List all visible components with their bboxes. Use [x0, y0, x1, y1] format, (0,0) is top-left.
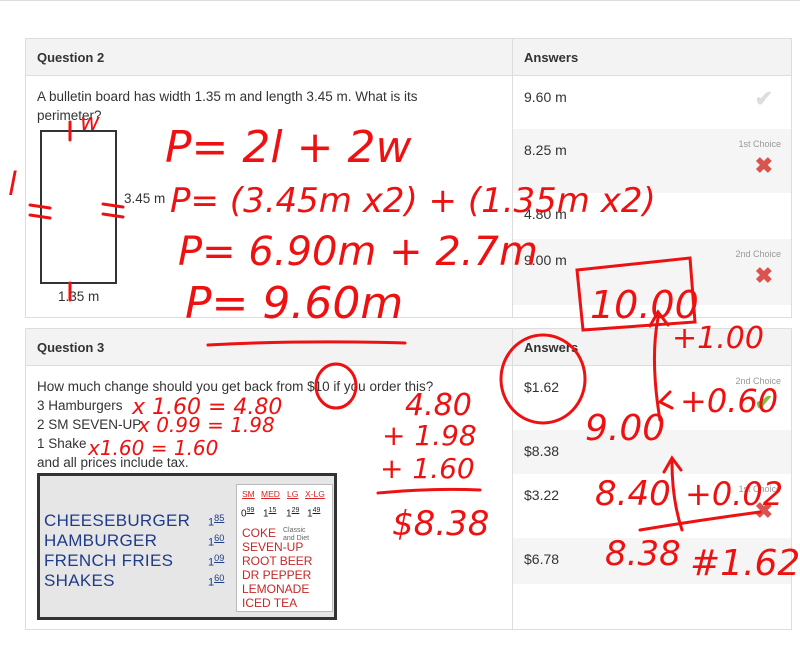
handwritten-line: +1.00 [672, 321, 764, 356]
handwritten-line: 4.80 [405, 388, 472, 423]
handwriting-overlay: P= 2l + 2w P= (3.45m x2) + (1.35m x2) P=… [8, 108, 800, 584]
answer-circle [499, 333, 587, 425]
handwritten-line: $8.38 [392, 504, 489, 544]
handwritten-line: 8.40 [595, 474, 671, 514]
handwritten-line: #1.62 [690, 543, 800, 584]
handwritten-line: + 1.98 [382, 419, 477, 452]
handwritten-line: P= 9.60m [185, 278, 403, 329]
answer-underline [206, 340, 407, 347]
subtraction-line [638, 510, 762, 532]
tick-mark [101, 202, 125, 219]
handwritten-line: 8.38 [605, 534, 681, 574]
tick-mark [28, 203, 52, 220]
handwritten-mark: l [8, 165, 17, 203]
handwritten-line: x1.60 = 1.60 [87, 436, 218, 460]
zero-circle [314, 362, 358, 410]
handwritten-line: P= (3.45m x2) + (1.35m x2) [170, 181, 656, 221]
handwritten-mark: w [80, 108, 100, 136]
handwritten-line: P= 2l + 2w [165, 122, 412, 173]
handwritten-line: + 1.60 [380, 452, 475, 485]
handwritten-line: +0.60 [680, 382, 778, 420]
sum-line [376, 487, 482, 495]
handwritten-line: x 0.99 = 1.98 [137, 413, 275, 437]
handwritten-line: +0.02 [685, 475, 783, 513]
handwritten-line: P= 6.90m + 2.7m [178, 229, 538, 275]
arrow-left [657, 390, 674, 410]
handwritten-line: 9.00 [585, 408, 665, 449]
